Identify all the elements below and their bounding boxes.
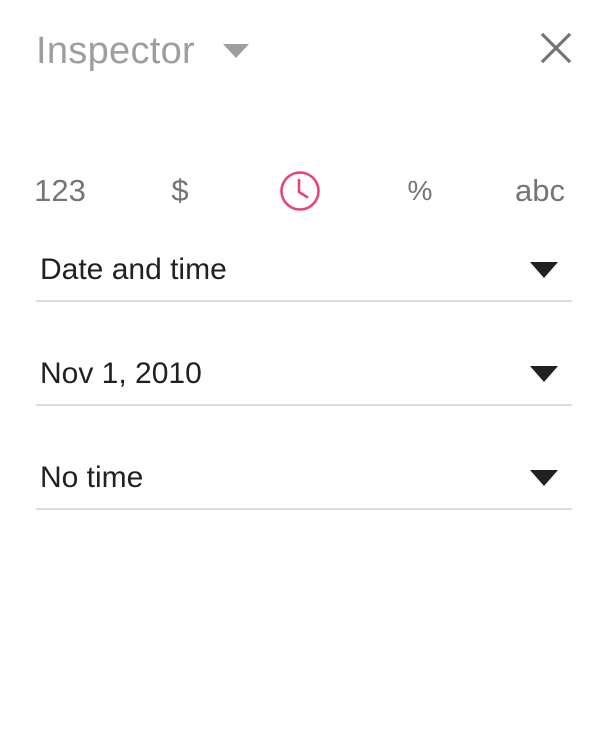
caret-down-icon xyxy=(223,44,250,58)
format-tabs: 123 $ % abc xyxy=(0,166,608,216)
time-format-value: No time xyxy=(40,461,144,494)
date-format-value: Nov 1, 2010 xyxy=(40,357,202,390)
tab-number-label: 123 xyxy=(34,173,86,208)
format-type-value: Date and time xyxy=(40,253,227,286)
tab-number[interactable]: 123 xyxy=(28,166,92,216)
tab-text[interactable]: abc xyxy=(505,166,575,216)
date-format-dropdown[interactable]: Nov 1, 2010 xyxy=(36,350,572,406)
tab-currency[interactable]: $ xyxy=(150,166,210,216)
clock-icon xyxy=(280,171,320,211)
tab-percent-label: % xyxy=(407,175,433,206)
dropdown-arrow-icon xyxy=(530,366,558,382)
tab-currency-label: $ xyxy=(171,173,189,208)
tab-percent[interactable]: % xyxy=(390,166,450,216)
dropdown-arrow-icon xyxy=(530,470,558,486)
time-format-dropdown[interactable]: No time xyxy=(36,454,572,510)
panel-title: Inspector xyxy=(36,30,196,72)
inspector-panel: Inspector 123 $ % abc Date and time Nov … xyxy=(0,0,608,755)
dropdown-arrow-icon xyxy=(530,262,558,278)
tab-text-label: abc xyxy=(515,173,565,208)
tab-date-time[interactable] xyxy=(270,166,330,216)
close-icon[interactable] xyxy=(538,30,574,66)
format-type-dropdown[interactable]: Date and time xyxy=(36,246,572,302)
inspector-title-menu[interactable]: Inspector xyxy=(36,26,250,76)
